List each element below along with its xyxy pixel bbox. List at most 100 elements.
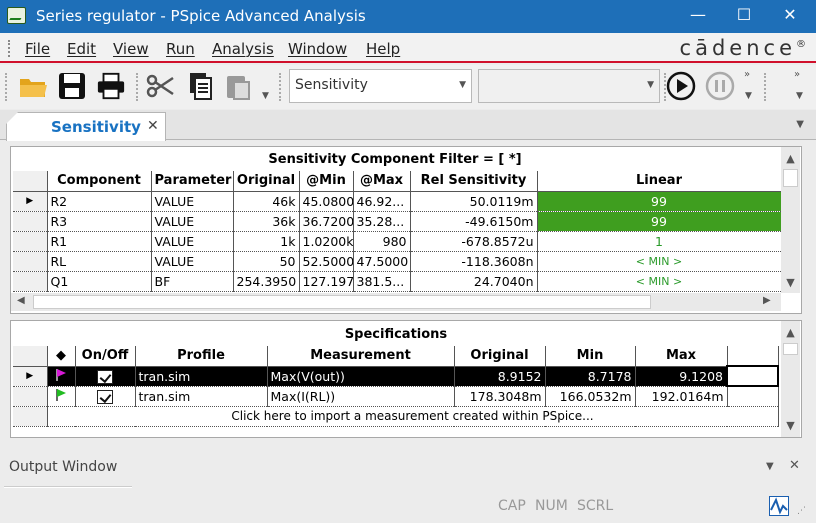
column-header-on-off[interactable]: On/Off (75, 346, 136, 367)
menu-edit[interactable]: Edit (67, 40, 96, 58)
cell-rel-sensitivity[interactable]: -118.3608n (410, 251, 538, 272)
paste-icon[interactable] (224, 71, 254, 101)
column-header-parameter[interactable]: Parameter (151, 171, 234, 192)
cell-max[interactable]: 192.0164m (635, 386, 728, 407)
menu-view[interactable]: View (113, 40, 149, 58)
column-header-min[interactable]: @Min (299, 171, 354, 192)
open-folder-icon[interactable] (18, 71, 48, 101)
cell-flag[interactable] (47, 366, 76, 387)
tab-list-dropdown-icon[interactable]: ▼ (796, 119, 804, 130)
cell-max[interactable]: 35.28... (353, 211, 411, 232)
cell-linear-bar[interactable]: < MIN > (537, 251, 782, 272)
cell-min[interactable]: 1.0200k (299, 231, 354, 252)
overflow-chevron-icon[interactable]: » (744, 69, 750, 80)
enabled-checkbox[interactable] (97, 369, 113, 384)
minimize-button[interactable]: — (686, 4, 710, 28)
overflow-chevron-icon[interactable]: » (794, 69, 800, 80)
cell-component[interactable]: R1 (47, 231, 152, 252)
window-menu-dropdown-icon[interactable]: ▼ (766, 461, 774, 472)
cell-min[interactable]: 127.1975 (299, 271, 354, 292)
column-header-measurement[interactable]: Measurement (267, 346, 455, 367)
scroll-thumb[interactable] (783, 343, 798, 355)
specifications-vertical-scrollbar[interactable]: ▲ ▼ (781, 321, 800, 437)
scroll-right-icon[interactable]: ▶ (763, 295, 771, 306)
scroll-down-icon[interactable]: ▼ (781, 273, 800, 292)
paste-dropdown-icon[interactable]: ▼ (262, 91, 269, 101)
menu-analysis[interactable]: Analysis (212, 40, 274, 58)
column-header-original[interactable]: Original (233, 171, 300, 192)
cell-min[interactable]: 166.0532m (545, 386, 636, 407)
sensitivity-horizontal-scrollbar[interactable]: ◀ ▶ (11, 293, 781, 311)
scroll-thumb[interactable] (33, 295, 651, 309)
cell-on-off[interactable] (75, 366, 136, 387)
menu-help[interactable]: Help (366, 40, 400, 58)
cell-linear-bar[interactable]: < MIN > (537, 271, 782, 292)
cell-original[interactable]: 8.9152 (454, 366, 546, 387)
save-icon[interactable] (57, 71, 87, 101)
pause-icon[interactable] (705, 71, 735, 101)
cell-component[interactable]: R2 (47, 191, 152, 212)
scroll-thumb[interactable] (783, 169, 798, 187)
table-row[interactable]: Q1 BF 254.3950 127.1975 381.5... 24.7040… (13, 271, 782, 292)
cell-profile[interactable]: tran.sim (135, 366, 268, 387)
table-row[interactable]: ▶ tran.sim Max(V(out)) 8.9152 8.7178 9.1… (13, 365, 779, 387)
cell-component[interactable]: Q1 (47, 271, 152, 292)
column-header-min[interactable]: Min (545, 346, 636, 367)
tab-sensitivity[interactable]: Sensitivity ✕ (6, 112, 166, 141)
cell-extra[interactable] (727, 386, 779, 407)
cell-original[interactable]: 178.3048m (454, 386, 546, 407)
sensitivity-vertical-scrollbar[interactable]: ▲ ▼ (781, 147, 800, 293)
cell-profile[interactable]: tran.sim (135, 386, 268, 407)
cell-min[interactable]: 45.0800k (299, 191, 354, 212)
column-header-max[interactable]: Max (635, 346, 728, 367)
scroll-up-icon[interactable]: ▲ (781, 149, 800, 168)
table-row[interactable]: R3 VALUE 36k 36.7200k 35.28... -49.6150m… (13, 211, 782, 232)
scroll-down-icon[interactable]: ▼ (781, 416, 800, 435)
cell-component[interactable]: R3 (47, 211, 152, 232)
cell-max[interactable]: 46.92... (353, 191, 411, 212)
row-header[interactable] (13, 406, 48, 427)
cell-original[interactable]: 36k (233, 211, 300, 232)
cell-extra[interactable] (726, 365, 779, 387)
row-header[interactable]: ▶ (13, 191, 48, 212)
column-header-flag[interactable]: ◆ (47, 346, 76, 367)
close-output-icon[interactable]: ✕ (789, 458, 800, 473)
column-header-linear[interactable]: Linear (537, 171, 782, 192)
cell-rel-sensitivity[interactable]: -49.6150m (410, 211, 538, 232)
cell-min[interactable]: 52.5000 (299, 251, 354, 272)
cell-on-off[interactable] (75, 386, 136, 407)
cell-max[interactable]: 381.5... (353, 271, 411, 292)
cell-rel-sensitivity[interactable]: -678.8572u (410, 231, 538, 252)
cell-parameter[interactable]: VALUE (151, 211, 234, 232)
cell-linear-bar[interactable]: 99 (537, 211, 782, 232)
overflow-dropdown-icon[interactable]: ▼ (796, 91, 803, 101)
run-icon[interactable] (666, 71, 696, 101)
column-header-profile[interactable]: Profile (135, 346, 268, 367)
maximize-button[interactable]: ☐ (732, 4, 756, 28)
scroll-up-icon[interactable]: ▲ (781, 323, 800, 342)
row-header[interactable] (13, 271, 48, 292)
cell-original[interactable]: 254.3950 (233, 271, 300, 292)
resize-grip-icon[interactable]: ⋰ (797, 506, 806, 516)
row-header[interactable] (13, 231, 48, 252)
table-row[interactable]: ▶ R2 VALUE 46k 45.0800k 46.92... 50.0119… (13, 191, 782, 212)
scroll-left-icon[interactable]: ◀ (17, 295, 25, 306)
cell-min[interactable]: 36.7200k (299, 211, 354, 232)
cell-measurement[interactable]: Max(V(out)) (267, 366, 455, 387)
cell-parameter[interactable]: VALUE (151, 231, 234, 252)
cell-measurement[interactable]: Max(I(RL)) (267, 386, 455, 407)
cell-max[interactable]: 9.1208 (635, 366, 728, 387)
column-header-original[interactable]: Original (454, 346, 546, 367)
row-header[interactable] (13, 386, 48, 407)
column-header-rel-sensitivity[interactable]: Rel Sensitivity (410, 171, 538, 192)
menu-window[interactable]: Window (288, 40, 347, 58)
cell-max[interactable]: 980 (353, 231, 411, 252)
table-row[interactable]: tran.sim Max(I(RL)) 178.3048m 166.0532m … (13, 386, 779, 407)
import-measurement-link[interactable]: Click here to import a measurement creat… (47, 406, 779, 427)
cell-parameter[interactable]: VALUE (151, 191, 234, 212)
cell-parameter[interactable]: VALUE (151, 251, 234, 272)
table-row[interactable]: RL VALUE 50 52.5000 47.5000 -118.3608n <… (13, 251, 782, 272)
analysis-select[interactable]: Sensitivity ▼ (289, 69, 472, 103)
row-header[interactable] (13, 251, 48, 272)
cell-parameter[interactable]: BF (151, 271, 234, 292)
